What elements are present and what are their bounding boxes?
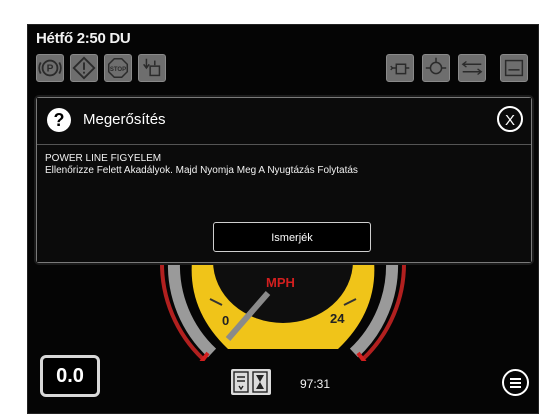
question-icon: ? xyxy=(47,108,71,132)
engine-oil-icon xyxy=(386,54,414,82)
svg-text:P: P xyxy=(47,64,54,75)
gauge-tick-min: 0 xyxy=(222,313,230,328)
dialog-title: Megerősítés xyxy=(83,111,166,128)
speed-readout: 0.0 xyxy=(40,355,100,397)
boom-level-icon xyxy=(458,54,486,82)
hour-meter-value: 97:31 xyxy=(300,377,331,391)
machine-display-screen: Hétfő 2:50 DU P STOP MPH 0 24 ? Megerősí… xyxy=(27,24,539,414)
hour-meter-icon xyxy=(231,369,271,395)
stop-icon: STOP xyxy=(104,54,132,82)
outrigger-icon xyxy=(138,54,166,82)
datetime-label: Hétfő 2:50 DU xyxy=(36,30,131,47)
menu-icon xyxy=(510,378,521,380)
menu-button[interactable] xyxy=(502,369,529,396)
close-button[interactable]: X xyxy=(497,106,523,132)
warning-message: Ellenőrizze Felett Akadályok. Majd Nyomj… xyxy=(45,165,358,176)
dialog-header: ? Megerősítés X xyxy=(37,98,531,145)
confirmation-dialog: ? Megerősítés X POWER LINE FIGYELEM Elle… xyxy=(36,97,532,263)
gauge-unit-label: MPH xyxy=(266,275,295,290)
warning-triangle-icon xyxy=(70,54,98,82)
engine-temp-icon xyxy=(422,54,450,82)
dialog-body: POWER LINE FIGYELEM Ellenőrizze Felett A… xyxy=(37,145,531,262)
svg-text:STOP: STOP xyxy=(110,67,126,73)
gauge-icon xyxy=(500,54,528,82)
parking-brake-icon: P xyxy=(36,54,64,82)
gauge-tick-max: 24 xyxy=(330,311,345,326)
warning-title: POWER LINE FIGYELEM xyxy=(45,153,162,164)
acknowledge-button[interactable]: Ismerjék xyxy=(213,222,371,252)
